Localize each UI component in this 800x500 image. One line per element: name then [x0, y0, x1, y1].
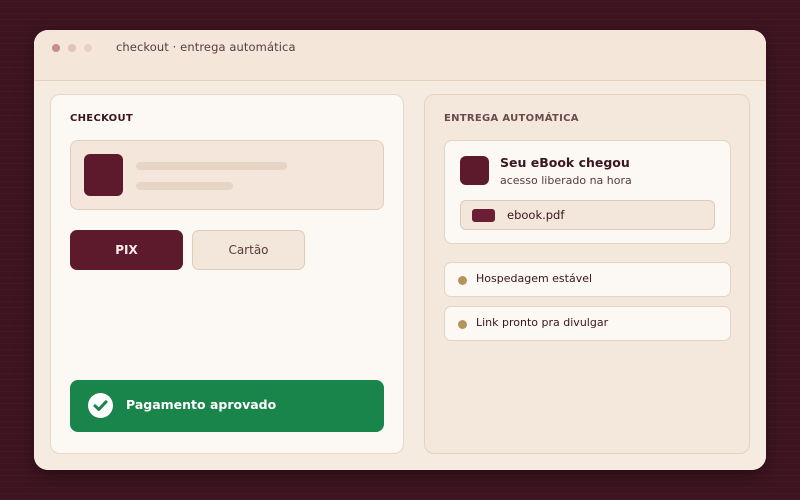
window-title: checkout · entrega automática [116, 40, 296, 54]
window-dot-close[interactable] [52, 44, 60, 52]
payment-approved-label: Pagamento aprovado [126, 397, 277, 412]
ebook-icon [460, 156, 489, 185]
product-thumbnail [84, 154, 123, 196]
feature-item-share-link: Link pronto pra divulgar [444, 306, 731, 341]
feature-label: Link pronto pra divulgar [476, 316, 609, 329]
bullet-icon [458, 320, 467, 329]
feature-item-hosting: Hospedagem estável [444, 262, 731, 297]
pix-button[interactable]: PIX [70, 230, 183, 270]
checkout-panel: CHECKOUT PIX Cartão Pagamento aprovado [50, 94, 404, 454]
window-dot-maximize[interactable] [84, 44, 92, 52]
ebook-title: Seu eBook chegou [500, 155, 630, 170]
card-button[interactable]: Cartão [192, 230, 305, 270]
bullet-icon [458, 276, 467, 285]
file-icon [472, 209, 495, 222]
payment-approved-banner: Pagamento aprovado [70, 380, 384, 432]
check-circle-icon [88, 393, 113, 418]
feature-label: Hospedagem estável [476, 272, 593, 285]
delivery-section-label: ENTREGA AUTOMÁTICA [444, 113, 579, 124]
ebook-notification-card: Seu eBook chegou acesso liberado na hora… [444, 140, 731, 244]
product-title-placeholder [136, 162, 287, 170]
checkout-section-label: CHECKOUT [70, 113, 134, 124]
ebook-subtitle: acesso liberado na hora [500, 174, 632, 187]
window-content: CHECKOUT PIX Cartão Pagamento aprovado E… [34, 81, 766, 470]
ebook-file-link[interactable]: ebook.pdf [460, 200, 715, 230]
file-name: ebook.pdf [507, 208, 565, 222]
window-titlebar: checkout · entrega automática [34, 30, 766, 81]
app-window: checkout · entrega automática CHECKOUT P… [34, 30, 766, 470]
delivery-panel: ENTREGA AUTOMÁTICA Seu eBook chegou aces… [424, 94, 750, 454]
product-card [70, 140, 384, 210]
product-price-placeholder [136, 182, 233, 190]
window-dot-minimize[interactable] [68, 44, 76, 52]
